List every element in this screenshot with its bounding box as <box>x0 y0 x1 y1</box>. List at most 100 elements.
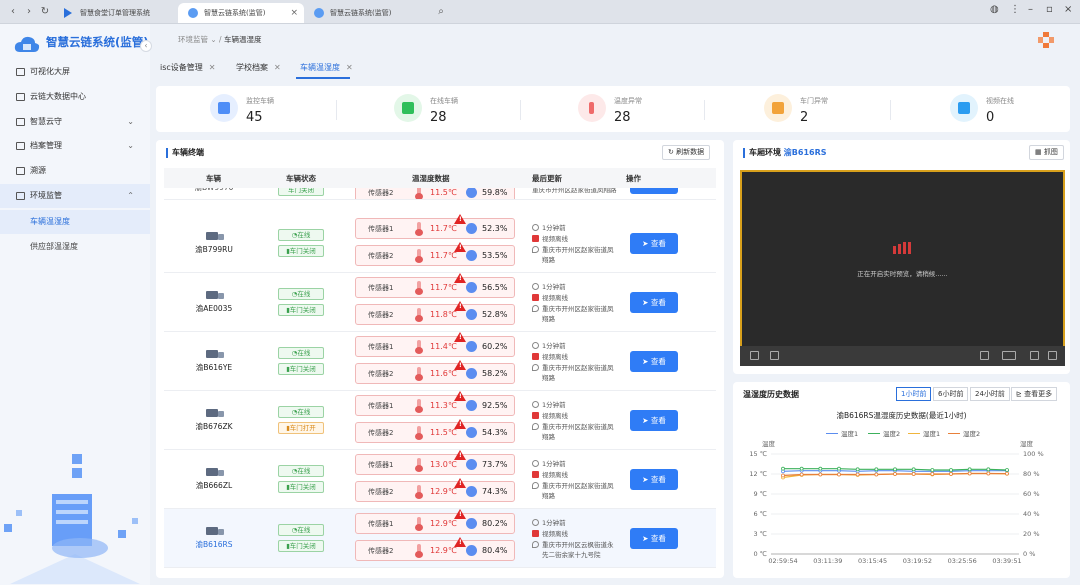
tab-favicon-icon <box>188 8 198 18</box>
search-icon[interactable]: ⌕ <box>434 5 448 19</box>
view-button[interactable]: ➤ 查看 <box>630 410 678 431</box>
warning-icon: ! <box>454 478 466 488</box>
data-point <box>986 467 991 472</box>
more-icon[interactable]: ⋮ <box>1010 4 1020 15</box>
active-tab-indicator <box>296 77 350 79</box>
view-button[interactable]: ➤ 查看 <box>630 351 678 372</box>
browser-tab-1[interactable]: 智慧食堂订单管理系统 <box>54 3 176 23</box>
sensor-box: 传感器1 11.3℃ 92.5% <box>355 395 515 416</box>
browser-tab-3[interactable]: 智慧云链系统(监管) <box>304 3 428 23</box>
stats-bar: 监控车辆 45 在线车辆 28 温度异常 28 车门异常 2 视频在线 0 <box>156 86 1070 132</box>
view-more-button[interactable]: ⊵ 查看更多 <box>1011 387 1058 401</box>
refresh-button[interactable]: ↻ 刷新数据 <box>662 145 711 160</box>
back-icon[interactable]: ‹ <box>6 5 20 19</box>
copy-icon[interactable] <box>980 351 989 360</box>
legend-item[interactable]: 湿度2 <box>948 428 980 438</box>
video-player[interactable]: 正在开启实时预览，请稍候...... <box>740 170 1065 366</box>
location: 重庆市开州区赵家街道凤 <box>532 303 614 313</box>
view-button[interactable]: ➤ 查看 <box>630 233 678 254</box>
sidebar-subitem-supply-temp[interactable]: 供应部温湿度 <box>0 235 150 259</box>
address-line-2: 翔路 <box>542 433 555 441</box>
temperature-value: 11.8℃ <box>430 310 457 319</box>
y-tick-right: 60 % <box>1023 490 1040 498</box>
sidebar-item-bigdata[interactable]: 云链大数据中心 <box>0 85 150 109</box>
table-row[interactable]: 渝B666ZL ◔在线 ▮车门关闭 传感器1 13.0℃ 73.7% 传感器2 12.9℃ 74… <box>164 450 716 509</box>
location-pin-icon <box>532 246 539 253</box>
online-status-badge: ◔在线 <box>278 347 324 359</box>
tab-vehicle-temp[interactable]: 车辆温湿度 ✕ <box>300 58 353 78</box>
forward-icon[interactable]: › <box>22 5 36 19</box>
clock-icon <box>532 460 539 467</box>
thermometer-icon <box>414 426 424 440</box>
maximize-icon[interactable]: ▫ <box>1046 4 1053 15</box>
data-point <box>930 472 935 476</box>
close-icon[interactable]: ✕ <box>274 63 281 72</box>
legend-item[interactable]: 温度2 <box>868 428 900 438</box>
door-icon <box>764 94 792 122</box>
humidity-value: 80.2% <box>482 519 508 528</box>
legend-label: 温度2 <box>883 430 901 438</box>
view-button[interactable]: ➤ 查看 <box>630 292 678 313</box>
truck-icon <box>206 409 224 419</box>
panel-title: 车厢环境 渝B616RS <box>743 148 827 158</box>
fullscreen-icon[interactable] <box>1048 351 1057 360</box>
sidebar-item-archives[interactable]: 档案管理 ⌄ <box>0 134 150 158</box>
sidebar-item-guard[interactable]: 智慧云守 ⌄ <box>0 110 150 134</box>
tab-school-archive[interactable]: 学校档案 ✕ <box>236 58 281 78</box>
sidebar-item-label: 可视化大屏 <box>30 67 70 76</box>
volume-icon[interactable] <box>750 351 759 360</box>
reload-icon[interactable]: ↻ <box>38 5 52 19</box>
address-line-1: 重庆市开州区赵家街道凤 <box>542 423 614 431</box>
thermometer-icon <box>414 281 424 295</box>
warning-icon: ! <box>454 419 466 429</box>
fullscreen-window-icon[interactable] <box>1030 351 1039 360</box>
data-point <box>855 472 860 477</box>
table-row[interactable]: 渝B616YE ◔在线 ▮车门关闭 传感器1 11.4℃ 60.2% 传感器2 11.6℃ 58… <box>164 332 716 391</box>
legend-swatch <box>868 433 880 434</box>
sidebar-item-trace[interactable]: 溯源 <box>0 159 150 183</box>
sidebar-item-dashboard[interactable]: 可视化大屏 <box>0 60 150 84</box>
table-row[interactable]: 渝B676ZK ◔在线 ▮车门打开 传感器1 11.3℃ 92.5% 传感器2 11.5℃ 54… <box>164 391 716 450</box>
view-button[interactable]: ➤ 查看 <box>630 528 678 549</box>
camera-icon[interactable] <box>770 351 779 360</box>
globe-icon[interactable]: ◍ <box>990 4 999 15</box>
sidebar-item-label: 智慧云守 <box>30 117 62 126</box>
range-1h-button[interactable]: 1小时前 <box>896 387 932 401</box>
thermometer-icon <box>414 308 424 322</box>
view-label: 查看 <box>650 357 666 366</box>
legend-item[interactable]: 温度1 <box>826 428 858 438</box>
video-status-text: 视频离线 <box>542 235 568 243</box>
folder-icon <box>16 142 25 150</box>
close-tab-icon[interactable]: × <box>290 3 298 23</box>
humidity-value: 59.8% <box>482 188 508 197</box>
range-6h-button[interactable]: 6小时前 <box>933 387 969 401</box>
range-24h-button[interactable]: 24小时前 <box>970 387 1010 401</box>
close-icon[interactable]: ✕ <box>209 63 216 72</box>
y-tick-left: 12 ℃ <box>749 470 767 478</box>
history-line-chart: 0 ℃ 0 % 3 ℃ 20 % 6 ℃ 40 % 9 ℃ 60 % 12 ℃ 80 % 15 ℃ 1… <box>749 450 1043 565</box>
table-row[interactable]: 渝B616RS ◔在线 ▮车门关闭 传感器1 12.9℃ 80.2% 传感器2 12.9℃ 80… <box>164 509 716 568</box>
collapse-sidebar-button[interactable]: ‹ <box>140 40 152 52</box>
humidity-value: 60.2% <box>482 342 508 351</box>
sidebar-item-environment[interactable]: 环境监管 ⌃ <box>0 184 150 208</box>
legend-item[interactable]: 湿度1 <box>908 428 940 438</box>
door-status-text: 车门打开 <box>289 424 316 432</box>
door-status-badge: ▮车门打开 <box>278 422 324 434</box>
snapshot-button[interactable]: ▦ 抓图 <box>1029 145 1064 160</box>
layout-icon[interactable] <box>1002 351 1016 360</box>
close-window-icon[interactable]: × <box>1064 4 1072 15</box>
column-header: 温湿度数据 <box>412 174 450 183</box>
humidity-icon <box>466 250 477 261</box>
minimize-icon[interactable]: – <box>1028 4 1033 15</box>
close-icon[interactable]: ✕ <box>346 63 353 72</box>
sidebar-subitem-vehicle-temp[interactable]: 车辆温湿度 <box>0 210 150 234</box>
breadcrumb-parent[interactable]: 环境监管 <box>178 35 208 44</box>
location: 重庆市开州区云枫街道永 <box>532 539 614 549</box>
x-tick-label: 03:19:52 <box>903 557 932 565</box>
browser-tab-2[interactable]: 智慧云链系统(监管) × <box>178 3 304 23</box>
view-button[interactable]: ➤ 查看 <box>630 469 678 490</box>
table-row[interactable]: 渝AE0035 ◔在线 ▮车门关闭 传感器1 11.7℃ 56.5% 传感器2 11.8℃ 52… <box>164 273 716 332</box>
tab-isc-devices[interactable]: isc设备管理 ✕ <box>160 58 216 78</box>
avatar[interactable] <box>1038 32 1054 48</box>
table-row[interactable]: 渝B799RU ◔在线 ▮车门关闭 传感器1 11.7℃ 52.3% 传感器2 11.7℃ 53… <box>164 214 716 273</box>
